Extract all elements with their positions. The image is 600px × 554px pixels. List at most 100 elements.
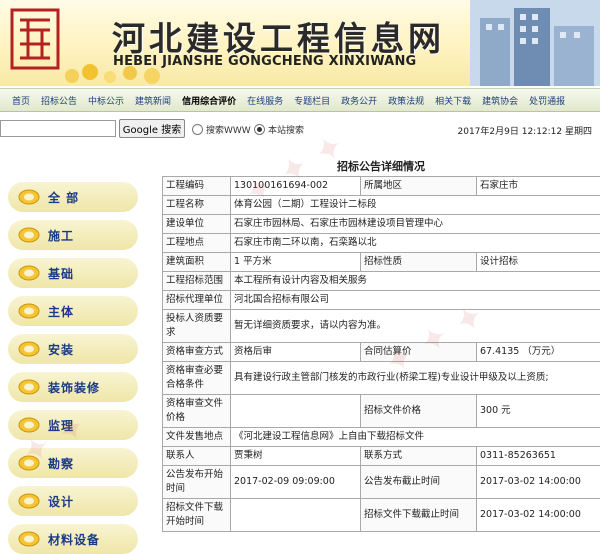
site-logo bbox=[10, 8, 60, 70]
category-sidebar: 全 部 施工 基础 主体 安装 装饰装修 监理 勘察 设计 材料设备 bbox=[0, 148, 148, 554]
project-no-value: 130100161694-002 bbox=[230, 176, 361, 196]
nav-item-topics[interactable]: 专题栏目 bbox=[294, 94, 330, 107]
pub-start-value: 2017-02-09 09:09:00 bbox=[230, 465, 361, 499]
radio-dot bbox=[254, 124, 265, 135]
phone-value: 0311-85263651 bbox=[476, 446, 600, 466]
qualification-value: 暂无详细资质要求，请以内容为准。 bbox=[230, 309, 600, 343]
area-value: 1 平方米 bbox=[230, 252, 361, 272]
doc-release-label: 文件发售地点 bbox=[162, 427, 231, 447]
table-row: 建设单位 石家庄市园林局、石家庄市园林建设项目管理中心 bbox=[162, 214, 600, 234]
radio-search-site[interactable]: 本站搜索 bbox=[254, 123, 304, 136]
tender-doc-price-value: 300 元 bbox=[476, 394, 600, 428]
table-row: 资格审查文件价格 招标文件价格 300 元 bbox=[162, 394, 600, 428]
table-row: 工程编码 130100161694-002 所属地区 石家庄市 bbox=[162, 176, 600, 196]
qualification-label: 投标人资质要求 bbox=[162, 309, 231, 343]
location-label: 工程地点 bbox=[162, 233, 231, 253]
nav-item-tender-notice[interactable]: 招标公告 bbox=[41, 94, 77, 107]
table-row: 工程名称 体育公园（二期）工程设计二标段 bbox=[162, 195, 600, 215]
doc-release-value: 《河北建设工程信息网》上自由下载招标文件 bbox=[230, 427, 600, 447]
nav-item-news[interactable]: 建筑新闻 bbox=[135, 94, 171, 107]
review-conditions-value: 具有建设行政主管部门核发的市政行业(桥梁工程)专业设计甲级及以上资质; bbox=[230, 361, 600, 395]
sidebar-item-label: 主体 bbox=[48, 304, 75, 319]
sidebar-item-survey[interactable]: 勘察 bbox=[8, 448, 138, 478]
table-row: 招标代理单位 河北国合招标有限公司 bbox=[162, 290, 600, 310]
sidebar-item-label: 施工 bbox=[48, 228, 75, 243]
table-row: 招标文件下载开始时间 招标文件下载截止时间 2017-03-02 14:00:0… bbox=[162, 498, 600, 532]
phone-label: 联系方式 bbox=[360, 446, 477, 466]
dl-end-value: 2017-03-02 14:00:00 bbox=[476, 498, 600, 532]
sidebar-item-materials[interactable]: 材料设备 bbox=[8, 524, 138, 554]
table-row: 工程地点 石家庄市南二环以南，石栾路以北 bbox=[162, 233, 600, 253]
sidebar-item-structure[interactable]: 主体 bbox=[8, 296, 138, 326]
table-row: 资格审查必要合格条件 具有建设行政主管部门核发的市政行业(桥梁工程)专业设计甲级… bbox=[162, 361, 600, 395]
table-row: 文件发售地点 《河北建设工程信息网》上自由下载招标文件 bbox=[162, 427, 600, 447]
nav-item-home[interactable]: 首页 bbox=[12, 94, 30, 107]
ring-icon bbox=[18, 265, 40, 281]
ring-icon bbox=[18, 341, 40, 357]
nature-value: 设计招标 bbox=[476, 252, 600, 272]
review-method-value: 资格后审 bbox=[230, 342, 361, 362]
nav-item-award-notice[interactable]: 中标公示 bbox=[88, 94, 124, 107]
nature-label: 招标性质 bbox=[360, 252, 477, 272]
sidebar-item-supervision[interactable]: 监理 bbox=[8, 410, 138, 440]
tender-detail-table: 工程编码 130100161694-002 所属地区 石家庄市 工程名称 体育公… bbox=[162, 176, 600, 532]
region-value: 石家庄市 bbox=[476, 176, 600, 196]
dl-start-label: 招标文件下载开始时间 bbox=[162, 498, 231, 532]
pub-end-value: 2017-03-02 14:00:00 bbox=[476, 465, 600, 499]
ring-icon bbox=[18, 455, 40, 471]
pub-start-label: 公告发布开始时间 bbox=[162, 465, 231, 499]
builder-label: 建设单位 bbox=[162, 214, 231, 234]
area-label: 建筑面积 bbox=[162, 252, 231, 272]
estimate-label: 合同估算价 bbox=[360, 342, 477, 362]
sidebar-item-all[interactable]: 全 部 bbox=[8, 182, 138, 212]
nav-item-penalties[interactable]: 处罚通报 bbox=[529, 94, 565, 107]
review-doc-price-label: 资格审查文件价格 bbox=[162, 394, 231, 428]
scope-label: 工程招标范围 bbox=[162, 271, 231, 291]
nav-item-online-service[interactable]: 在线服务 bbox=[247, 94, 283, 107]
radio-search-www[interactable]: 搜索WWW bbox=[192, 123, 251, 136]
site-title: 河北建设工程信息网 bbox=[112, 19, 445, 58]
review-method-label: 资格审查方式 bbox=[162, 342, 231, 362]
pub-end-label: 公告发布截止时间 bbox=[360, 465, 477, 499]
table-row: 工程招标范围 本工程所有设计内容及相关服务 bbox=[162, 271, 600, 291]
sidebar-item-construction[interactable]: 施工 bbox=[8, 220, 138, 250]
sidebar-item-label: 基础 bbox=[48, 266, 75, 281]
radio-dot bbox=[192, 124, 203, 135]
sidebar-item-label: 监理 bbox=[48, 418, 75, 433]
dl-end-label: 招标文件下载截止时间 bbox=[360, 498, 477, 532]
scope-value: 本工程所有设计内容及相关服务 bbox=[230, 271, 600, 291]
sidebar-item-installation[interactable]: 安装 bbox=[8, 334, 138, 364]
nav-item-regulations[interactable]: 政策法规 bbox=[388, 94, 424, 107]
current-datetime: 2017年2月9日 12:12:12 星期四 bbox=[457, 127, 593, 137]
sidebar-item-label: 勘察 bbox=[48, 456, 75, 471]
flowers-decoration bbox=[65, 64, 160, 84]
header-banner: 河北建设工程信息网 HEBEI JIANSHE GONGCHENG XINXIW… bbox=[0, 0, 600, 86]
ring-icon bbox=[18, 379, 40, 395]
project-name-label: 工程名称 bbox=[162, 195, 231, 215]
ring-icon bbox=[18, 417, 40, 433]
sidebar-item-decoration[interactable]: 装饰装修 bbox=[8, 372, 138, 402]
sidebar-item-design[interactable]: 设计 bbox=[8, 486, 138, 516]
nav-item-association[interactable]: 建筑协会 bbox=[482, 94, 518, 107]
review-doc-price-value bbox=[230, 394, 361, 428]
search-input[interactable] bbox=[0, 120, 116, 137]
ring-icon bbox=[18, 189, 40, 205]
sidebar-item-label: 安装 bbox=[48, 342, 75, 357]
google-search-button[interactable]: Google 搜索 bbox=[119, 119, 185, 138]
table-row: 联系人 贾秉树 联系方式 0311-85263651 bbox=[162, 446, 600, 466]
estimate-value: 67.4135 （万元） bbox=[476, 342, 600, 362]
location-value: 石家庄市南二环以南，石栾路以北 bbox=[230, 233, 600, 253]
builder-value: 石家庄市园林局、石家庄市园林建设项目管理中心 bbox=[230, 214, 600, 234]
contact-label: 联系人 bbox=[162, 446, 231, 466]
project-no-label: 工程编码 bbox=[162, 176, 231, 196]
nav-item-gov-affairs[interactable]: 政务公开 bbox=[341, 94, 377, 107]
table-row: 投标人资质要求 暂无详细资质要求，请以内容为准。 bbox=[162, 309, 600, 343]
nav-item-credit[interactable]: 信用综合评价 bbox=[182, 94, 236, 107]
tender-doc-price-label: 招标文件价格 bbox=[360, 394, 477, 428]
nav-item-downloads[interactable]: 相关下载 bbox=[435, 94, 471, 107]
sidebar-item-foundation[interactable]: 基础 bbox=[8, 258, 138, 288]
table-row: 公告发布开始时间 2017-02-09 09:09:00 公告发布截止时间 20… bbox=[162, 465, 600, 499]
search-bar: Google 搜索 搜索WWW 本站搜索 2017年2月9日 12:12:12 … bbox=[0, 119, 600, 139]
review-conditions-label: 资格审查必要合格条件 bbox=[162, 361, 231, 395]
buildings-image bbox=[470, 0, 600, 86]
